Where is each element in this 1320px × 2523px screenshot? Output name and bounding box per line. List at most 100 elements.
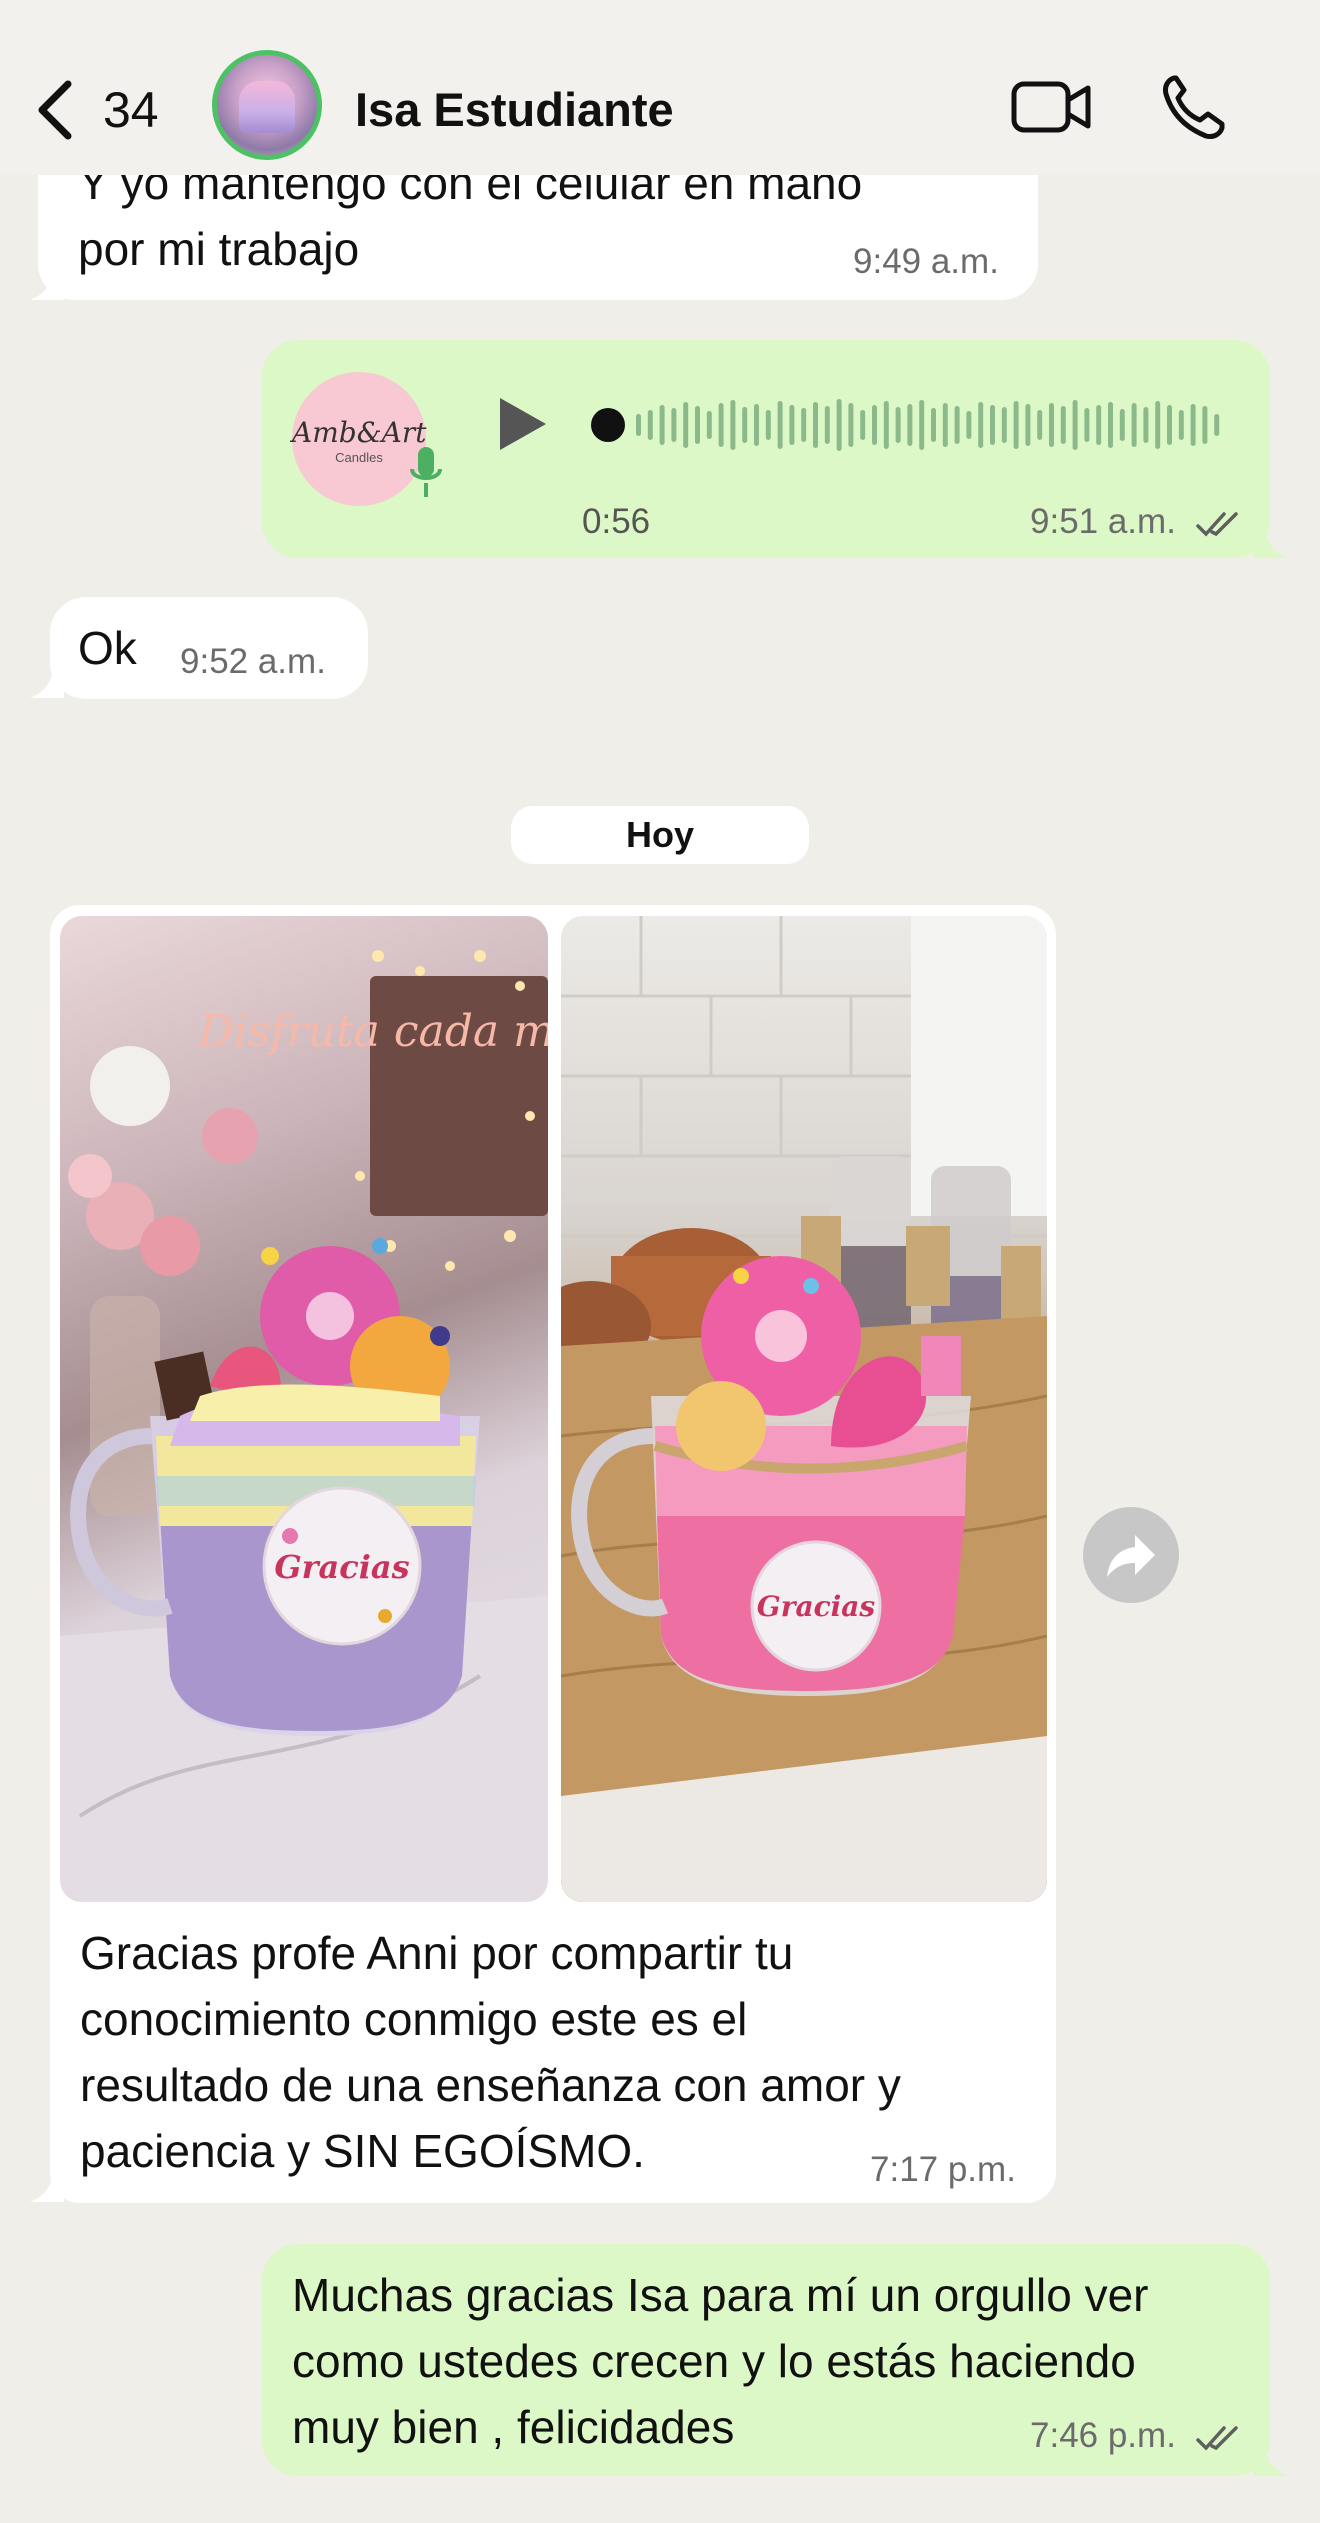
message-time: 9:49 a.m. [853,242,999,281]
audio-waveform[interactable] [590,390,1230,460]
waveform-bar [1143,407,1149,443]
bubble-tail [1254,522,1288,558]
message-time: 9:51 a.m. [1030,502,1244,542]
candle-photo-1-art: Disfruta cada momento [60,950,548,1902]
caption-line: resultado de una enseñanza con amor y [80,2059,901,2111]
candle-photo-1[interactable]: Disfruta cada momento [60,916,548,1902]
video-call-icon[interactable] [1010,78,1094,136]
waveform-bar [1060,406,1066,444]
waveform-bar [966,411,972,439]
waveform-bar [883,401,889,449]
contact-avatar[interactable] [212,50,322,160]
message-time: 9:52 a.m. [180,642,326,681]
waveform-bar [1108,402,1113,448]
bubble-tail [30,2166,64,2202]
waveform-bar [659,405,665,445]
message-text: por mi trabajo [78,223,360,275]
waveform-bar [919,400,925,450]
forward-button[interactable] [1083,1507,1179,1603]
waveform-bar [1025,404,1031,446]
candle-photo-2-art: Gracias [561,916,1047,1902]
waveform-bar [1119,409,1125,441]
message-time-text: 7:46 p.m. [1030,2416,1176,2455]
bubble-tail [1254,2440,1288,2476]
message-bubble-outgoing[interactable]: Muchas gracias Isa para mí un orgullo ve… [262,2244,1270,2476]
waveform-bar [954,406,960,444]
waveform-bar [1072,400,1078,450]
waveform-bar [836,399,842,451]
waveform-bar [824,406,830,444]
waveform-bar [1001,407,1007,443]
message-time-text: 9:51 a.m. [1030,502,1176,541]
waveform-bar [754,404,759,446]
message-text: como ustedes crecen y lo estás haciendo [292,2335,1136,2387]
waveform-bar [1049,403,1054,447]
unread-count[interactable]: 34 [103,78,159,142]
message-time: 7:17 p.m. [870,2150,1016,2189]
waveform-bar [848,403,854,447]
double-check-icon [1195,512,1238,537]
voice-duration: 0:56 [582,502,651,541]
waveform-bar [647,410,653,440]
candle-photo-2[interactable]: Gracias [561,916,1047,1902]
waveform-bar [789,405,795,445]
waveform-bar [1131,403,1137,447]
waveform-bar [942,403,948,447]
avatar-logo-text: Amb&Art [292,416,427,449]
date-separator: Hoy [511,806,809,864]
waveform-bar [718,403,724,447]
badge-text: Gracias [757,1590,876,1623]
badge-text: Gracias [274,1548,409,1586]
chat-header: 34 Isa Estudiante [0,0,1320,175]
waveform-bar [1155,401,1161,449]
voice-sender-avatar: Amb&Art Candles [292,372,426,506]
waveform-bar [978,402,984,448]
waveform-bar [860,410,866,440]
waveform-bar [931,408,936,442]
waveform-bar [671,408,677,442]
double-check-icon [1195,2426,1238,2451]
caption-line: Gracias profe Anni por compartir tu [80,1927,794,1979]
bubble-tail [30,662,64,698]
waveform-bar [1096,405,1102,445]
play-icon[interactable] [496,394,550,454]
waveform-bar [1167,405,1172,445]
contact-name[interactable]: Isa Estudiante [355,78,674,142]
microphone-icon [410,447,442,497]
message-bubble-incoming[interactable]: Ok 9:52 a.m. [50,597,368,699]
waveform-bar [872,405,877,445]
waveform-bar [695,406,700,444]
waveform-bar [765,410,771,440]
message-text: Muchas gracias Isa para mí un orgullo ve… [292,2269,1149,2321]
photo-caption: Gracias profe Anni por compartir tu cono… [80,1920,1020,2184]
waveform-bar [730,400,736,450]
forward-icon [1107,1535,1155,1577]
waveform-bar [1013,401,1019,449]
neon-sign-text: Disfruta cada momento [197,1006,548,1057]
waveform-bar [1178,410,1184,440]
message-time: 7:46 p.m. [1030,2416,1244,2456]
waveform-bar [636,414,641,436]
waveform-bar [801,408,807,442]
message-text: muy bien , felicidades [292,2401,735,2453]
waveform-bar [1202,406,1208,444]
waveform-bar [1037,410,1043,440]
waveform-bar [907,404,913,446]
waveform-bar [777,401,783,449]
waveform-bar [813,402,818,448]
message-text: Ok [78,622,137,674]
waveform-bar [742,407,748,443]
message-text-block: Muchas gracias Isa para mí un orgullo ve… [292,2262,1149,2460]
caption-line: conocimiento conmigo este es el [80,1993,748,2045]
waveform-bar [683,402,689,448]
waveform-bar [706,411,712,439]
waveform-bar [990,405,995,445]
bubble-tail [30,264,64,300]
waveform-bar [1084,408,1090,442]
chevron-left-icon[interactable] [32,78,82,142]
waveform-bar [1214,414,1220,436]
waveform-bar [895,407,901,443]
avatar-logo-subtext: Candles [335,450,383,465]
waveform-bar [1190,404,1196,446]
phone-call-icon[interactable] [1160,72,1226,142]
